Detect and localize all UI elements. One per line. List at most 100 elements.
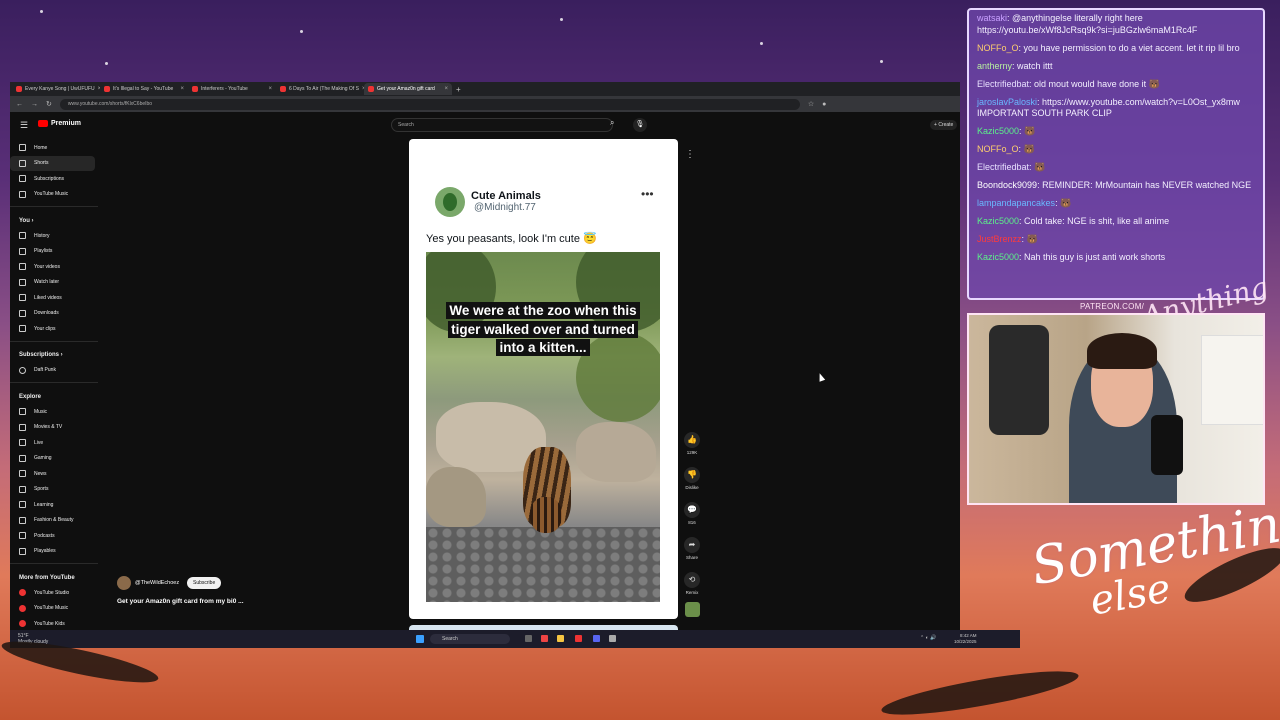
share-button[interactable]: ➦ Share	[682, 537, 702, 560]
tab-title: 6 Days To Air (The Making Of S	[289, 86, 359, 92]
chat-text: 🐻	[1026, 234, 1038, 244]
sidebar-item-history[interactable]: History	[10, 228, 98, 244]
sidebar-heading-subscriptions[interactable]: Subscriptions ›	[10, 348, 98, 363]
like-count: 129K	[686, 450, 698, 455]
like-button[interactable]: 👍 129K	[682, 432, 702, 455]
sidebar-item-youtube-kids[interactable]: YouTube Kids	[10, 616, 98, 630]
sidebar-item-learning[interactable]: Learning	[10, 497, 98, 513]
sidebar-item-sports[interactable]: Sports	[10, 482, 98, 498]
creator-handle[interactable]: @TheWildEchoez	[135, 580, 179, 586]
sidebar-label: Podcasts	[34, 532, 55, 539]
sidebar-item-youtube-music[interactable]: YouTube Music	[10, 187, 98, 203]
sidebar-label: Playlists	[34, 248, 53, 255]
sidebar-item-home[interactable]: Home	[10, 140, 98, 156]
creator-avatar[interactable]	[117, 576, 131, 590]
sound-thumbnail[interactable]	[685, 602, 700, 617]
url-field[interactable]: www.youtube.com/shorts/fKlxC6beIbo	[59, 98, 800, 110]
sidebar-item-shorts[interactable]: Shorts	[10, 155, 95, 171]
video-overlay-text: We were at the zoo when this tiger walke…	[446, 302, 640, 358]
sidebar-item-playables[interactable]: Playables	[10, 544, 98, 560]
video-frame: We were at the zoo when this tiger walke…	[426, 252, 660, 602]
create-button[interactable]: + Create	[930, 120, 958, 130]
close-icon[interactable]: ×	[180, 86, 184, 92]
dislike-label: Dislike	[685, 485, 699, 490]
sidebar-item-youtube-studio[interactable]: YouTube Studio	[10, 585, 98, 601]
browser-tab[interactable]: Interferers - YouTube ×	[188, 83, 276, 95]
discord-icon[interactable]	[593, 635, 600, 642]
task-view-icon[interactable]	[525, 635, 532, 642]
sidebar-item-fashion-beauty[interactable]: Fashion & Beauty	[10, 513, 98, 529]
back-arrow-icon[interactable]: ←	[16, 101, 23, 108]
microphone	[1151, 415, 1183, 475]
subscriptions-icon	[19, 175, 26, 183]
post-channel-avatar	[435, 187, 465, 217]
sidebar-item-watch-later[interactable]: Watch later	[10, 275, 98, 291]
short-title[interactable]: Get your Amaz0n gift card from my bi0 ..…	[117, 598, 244, 605]
dislike-button[interactable]: 👎 Dislike	[682, 467, 702, 490]
sidebar-item-daft-punk[interactable]: Daft Punk	[10, 363, 98, 379]
sidebar-item-playlists[interactable]: Playlists	[10, 244, 98, 260]
chat-message: antherny: watch ittt	[977, 60, 1053, 71]
post-channel-name: Cute Animals	[471, 190, 541, 202]
post-caption: Yes you peasants, look I'm cute 😇	[426, 233, 597, 245]
youtube-music-icon	[19, 604, 26, 612]
remix-button[interactable]: ⟲ Remix	[682, 572, 702, 595]
chat-text: REMINDER: MrMountain has NEVER watched N…	[1042, 180, 1252, 190]
sidebar-heading-more: More from YouTube	[10, 570, 98, 585]
browser-tab[interactable]: It's Illegal to Say - YouTube ×	[100, 83, 188, 95]
comments-button[interactable]: 💬 816	[682, 502, 702, 525]
sidebar-item-your-clips[interactable]: Your clips	[10, 321, 98, 337]
file-explorer-icon[interactable]	[557, 635, 564, 642]
close-icon[interactable]: ×	[444, 86, 448, 92]
youtube-logo[interactable]: Premium	[38, 120, 81, 127]
subscribe-button[interactable]: Subscribe	[187, 577, 222, 589]
chat-message: NOFFo_O: 🐻	[977, 144, 1035, 154]
browser-tab[interactable]: 6 Days To Air (The Making Of S ×	[276, 83, 364, 95]
sidebar-item-downloads[interactable]: Downloads	[10, 306, 98, 322]
sidebar-item-music[interactable]: Music	[10, 404, 98, 420]
sidebar-label: Home	[34, 144, 48, 151]
sidebar-item-subscriptions[interactable]: Subscriptions	[10, 171, 98, 187]
search-input[interactable]: Search	[391, 118, 613, 132]
sidebar-item-live[interactable]: Live	[10, 435, 98, 451]
clock-icon	[19, 278, 26, 286]
sidebar-item-liked-videos[interactable]: Liked videos	[10, 290, 98, 306]
sidebar-item-your-videos[interactable]: Your videos	[10, 259, 98, 275]
sidebar-label: YouTube Kids	[34, 620, 65, 627]
sidebar-item-movies-tv[interactable]: Movies & TV	[10, 420, 98, 436]
sidebar-heading-you[interactable]: You ›	[10, 213, 98, 228]
sidebar-item-gaming[interactable]: Gaming	[10, 451, 98, 467]
app-icon[interactable]	[575, 635, 582, 642]
more-vertical-icon[interactable]: ⋮	[685, 149, 695, 160]
youtube-header: ☰ Premium Search ⌕ 🎙 + Create	[10, 112, 960, 138]
sidebar-label: YouTube Music	[34, 605, 69, 612]
sidebar-item-podcasts[interactable]: Podcasts	[10, 528, 98, 544]
settings-gear-icon[interactable]	[609, 635, 616, 642]
taskbar-clock[interactable]: 8:42 AM 10/22/2025	[954, 633, 977, 645]
chat-username: antherny	[977, 60, 1013, 71]
chat-text: old mout would have done it 🐻	[1034, 78, 1160, 89]
sidebar-item-youtube-music-app[interactable]: YouTube Music	[10, 601, 98, 617]
clock-date: 10/22/2025	[954, 639, 977, 644]
search-icon[interactable]: ⌕	[610, 118, 622, 132]
short-video-player[interactable]: Cute Animals @Midnight.77 ••• Yes you pe…	[409, 139, 678, 619]
profile-icon[interactable]: ●	[822, 101, 826, 108]
hanger-icon	[19, 516, 26, 524]
hamburger-menu-icon[interactable]: ☰	[20, 120, 28, 131]
forward-arrow-icon[interactable]: →	[31, 101, 38, 108]
browser-tab-active[interactable]: Get your Amaz0n gift card ×	[364, 83, 452, 95]
close-icon[interactable]: ×	[268, 86, 272, 92]
new-tab-button[interactable]: +	[456, 85, 461, 94]
chat-username: NOFFo_O	[977, 144, 1019, 154]
windows-start-icon[interactable]	[416, 635, 424, 643]
microphone-icon[interactable]: 🎙	[633, 118, 647, 132]
chat-text: 🐻	[1060, 198, 1072, 208]
system-tray[interactable]: ⌃ ◐ 🔊	[920, 635, 936, 641]
sidebar-label: Downloads	[34, 310, 59, 317]
taskbar-search[interactable]: Search	[430, 634, 510, 644]
reload-icon[interactable]: ↻	[46, 100, 52, 108]
bookmark-star-icon[interactable]: ☆	[808, 100, 814, 108]
browser-app-icon[interactable]	[541, 635, 548, 642]
sidebar-item-news[interactable]: News	[10, 466, 98, 482]
browser-tab[interactable]: Every Kanye Song | UwUFUFU ×	[12, 83, 100, 95]
